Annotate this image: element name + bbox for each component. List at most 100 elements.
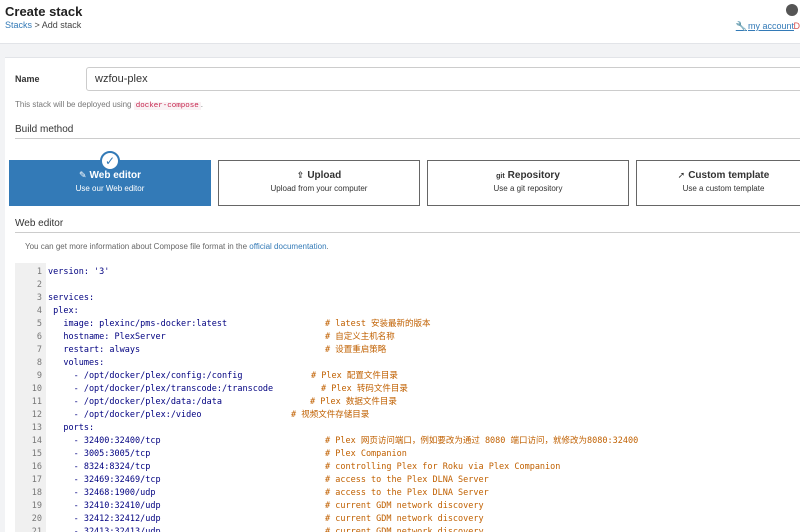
code-line[interactable]: 4 plex: xyxy=(15,305,800,318)
web-editor-subtitle: Use our Web editor xyxy=(75,184,145,193)
create-stack-panel: Name This stack will be deployed using d… xyxy=(5,57,800,532)
line-number: 16 xyxy=(31,462,42,472)
line-number: 3 xyxy=(36,293,42,303)
line-number: 21 xyxy=(31,527,42,532)
code-editor[interactable]: 1 version: '3' 2 3 services: 4 plex: 5 image: … xyxy=(15,263,800,532)
code-line[interactable]: 18 - 32468:1900/udp # access to the Plex … xyxy=(15,487,800,500)
user-icon[interactable] xyxy=(786,4,798,16)
line-comment: # Plex 数据文件目录 xyxy=(310,397,397,407)
custom-template-option[interactable]: ➚ Custom template Use a custom template xyxy=(636,160,800,206)
name-label: Name xyxy=(15,74,40,84)
code-line[interactable]: 20 - 32412:32412/udp # current GDM networ… xyxy=(15,513,800,526)
top-bar: Create stack Stacks > Add stack 🔧my acco… xyxy=(0,0,800,44)
code-line[interactable]: 19 - 32410:32410/udp # current GDM networ… xyxy=(15,500,800,513)
page-title: Create stack xyxy=(5,4,83,19)
web-editor-title: Web editor xyxy=(15,218,800,233)
deploy-note-text: This stack will be deployed using xyxy=(15,100,132,109)
upload-title: Upload xyxy=(307,170,342,181)
code-line[interactable]: 15 - 3005:3005/tcp # Plex Companion xyxy=(15,448,800,461)
code-line[interactable]: 9 - /opt/docker/plex/config:/config # Ple… xyxy=(15,370,800,383)
code-line[interactable]: 2 xyxy=(15,279,800,292)
line-number: 2 xyxy=(36,280,42,290)
line-number: 9 xyxy=(36,371,42,381)
code-line[interactable]: 11 - /opt/docker/plex/data:/data # Plex 数… xyxy=(15,396,800,409)
code-line[interactable]: 21 - 32413:32413/udp # current GDM networ… xyxy=(15,526,800,532)
line-number: 5 xyxy=(36,319,42,329)
selected-check-icon: ✓ xyxy=(100,151,120,171)
deploy-note: This stack will be deployed using docker… xyxy=(15,100,203,110)
code-line[interactable]: 5 image: plexinc/pms-docker:latest # late… xyxy=(15,318,800,331)
repository-option[interactable]: git Repository Use a git repository xyxy=(427,160,629,206)
code-line[interactable]: 1 version: '3' xyxy=(15,266,800,279)
my-account-link[interactable]: 🔧my account xyxy=(736,21,794,32)
line-number: 4 xyxy=(36,306,42,316)
edit-icon: ✎ xyxy=(78,170,87,180)
line-number: 12 xyxy=(31,410,42,420)
upload-option[interactable]: ⇪ Upload Upload from your computer xyxy=(218,160,420,206)
docker-compose-tag: docker-compose xyxy=(133,102,201,110)
line-number: 7 xyxy=(36,345,42,355)
code-line[interactable]: 16 - 8324:8324/tcp # controlling Plex for… xyxy=(15,461,800,474)
custom-template-subtitle: Use a custom template xyxy=(682,184,765,193)
line-comment: # latest 安装最新的版本 xyxy=(325,319,431,329)
line-code: - 8324:8324/tcp xyxy=(48,462,151,472)
web-editor-title: Web editor xyxy=(89,170,142,181)
line-code: image: plexinc/pms-docker:latest xyxy=(48,319,228,329)
line-code: - 32413:32413/udp xyxy=(48,527,161,532)
build-method-title: Build method xyxy=(15,124,800,139)
breadcrumb: Stacks > Add stack xyxy=(5,20,81,30)
line-number: 13 xyxy=(31,423,42,433)
line-code: - 32410:32410/udp xyxy=(48,501,161,511)
compose-note-period: . xyxy=(326,242,329,251)
breadcrumb-separator: > xyxy=(32,20,42,30)
line-number: 15 xyxy=(31,449,42,459)
line-comment: # access to the Plex DLNA Server xyxy=(325,475,489,485)
git-icon: git xyxy=(496,173,505,180)
repository-subtitle: Use a git repository xyxy=(493,184,563,193)
line-code: - /opt/docker/plex/transcode:/transcode xyxy=(48,384,274,394)
line-code: hostname: PlexServer xyxy=(48,332,166,342)
line-code: - 32469:32469/tcp xyxy=(48,475,161,485)
line-comment: # 设置重启策略 xyxy=(325,345,387,355)
line-comment: # 自定义主机名称 xyxy=(325,332,395,342)
line-code: - 32412:32412/udp xyxy=(48,514,161,524)
my-account-label: my account xyxy=(747,21,794,31)
custom-template-title: Custom template xyxy=(688,170,770,181)
code-line[interactable]: 10 - /opt/docker/plex/transcode:/transco… xyxy=(15,383,800,396)
code-line[interactable]: 17 - 32469:32469/tcp # access to the Plex… xyxy=(15,474,800,487)
line-code: plex: xyxy=(48,306,79,316)
line-code: ports: xyxy=(48,423,95,433)
breadcrumb-stacks-link[interactable]: Stacks xyxy=(5,20,32,30)
deploy-note-period: . xyxy=(200,100,203,109)
line-number: 19 xyxy=(31,501,42,511)
code-line[interactable]: 8 volumes: xyxy=(15,357,800,370)
code-line[interactable]: 7 restart: always # 设置重启策略 xyxy=(15,344,800,357)
code-line[interactable]: 14 - 32400:32400/tcp # Plex 网页访问端口，例如要改为通… xyxy=(15,435,800,448)
line-comment: # current GDM network discovery xyxy=(325,514,484,524)
line-comment: # controlling Plex for Roku via Plex Com… xyxy=(325,462,561,472)
code-line[interactable]: 12 - /opt/docker/plex:/video # 视频文件存储目录 xyxy=(15,409,800,422)
code-line[interactable]: 6 hostname: PlexServer # 自定义主机名称 xyxy=(15,331,800,344)
line-code: volumes: xyxy=(48,358,105,368)
line-code: - 3005:3005/tcp xyxy=(48,449,151,459)
upload-subtitle: Upload from your computer xyxy=(270,184,368,193)
line-number: 14 xyxy=(31,436,42,446)
line-number: 18 xyxy=(31,488,42,498)
line-code: services: xyxy=(48,293,95,303)
code-line[interactable]: 13 ports: xyxy=(15,422,800,435)
official-documentation-link[interactable]: official documentation xyxy=(249,242,326,251)
line-code: - /opt/docker/plex/data:/data xyxy=(48,397,222,407)
line-number: 6 xyxy=(36,332,42,342)
line-number: 11 xyxy=(31,397,42,407)
line-code: restart: always xyxy=(48,345,141,355)
upload-icon: ⇪ xyxy=(296,170,305,180)
line-number: 8 xyxy=(36,358,42,368)
breadcrumb-current: Add stack xyxy=(41,20,82,30)
line-comment: # Plex 转码文件目录 xyxy=(321,384,408,394)
stack-name-input[interactable] xyxy=(86,67,800,91)
code-line[interactable]: 3 services: xyxy=(15,292,800,305)
line-code: - 32400:32400/tcp xyxy=(48,436,161,446)
line-comment: # 视频文件存储目录 xyxy=(291,410,370,420)
line-comment: # current GDM network discovery xyxy=(325,501,484,511)
logout-link-fragment[interactable]: D xyxy=(794,21,800,31)
